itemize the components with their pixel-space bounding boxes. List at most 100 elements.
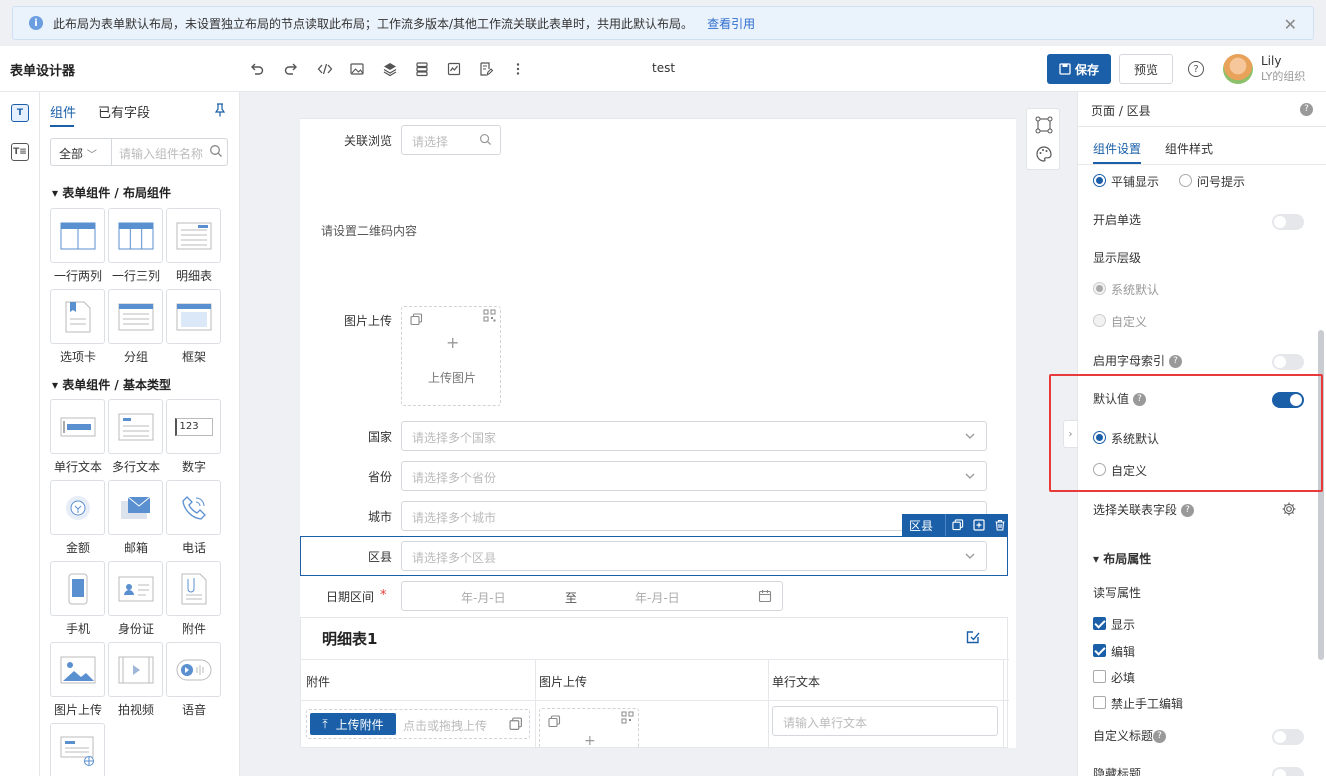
help-icon[interactable]: ? bbox=[1188, 61, 1204, 77]
voice-icon bbox=[176, 659, 212, 681]
component-card-mobile[interactable] bbox=[50, 561, 105, 616]
view-references-link[interactable]: 查看引用 bbox=[707, 15, 755, 32]
table-text-input[interactable]: 请输入单行文本 bbox=[772, 706, 998, 736]
chart-icon[interactable] bbox=[444, 59, 464, 79]
help-icon[interactable]: ? bbox=[1153, 730, 1167, 743]
upload-attachment-button[interactable]: ⤒ 上传附件 bbox=[310, 713, 396, 735]
radio-tile-display[interactable] bbox=[1093, 174, 1106, 187]
hide-title-label: 隐藏标题 bbox=[1093, 767, 1142, 776]
checkbox-no-manual-edit[interactable] bbox=[1093, 696, 1106, 709]
component-card-detail-table[interactable] bbox=[166, 208, 221, 263]
help-icon[interactable]: ? bbox=[1300, 103, 1313, 116]
section-layout-components: ▾ 表单组件 / 布局组件 bbox=[52, 186, 171, 200]
search-icon[interactable] bbox=[209, 144, 223, 158]
checkbox-edit[interactable] bbox=[1093, 644, 1106, 657]
gear-icon[interactable] bbox=[1281, 501, 1297, 517]
attachment-upload-area[interactable]: ⤒ 上传附件 点击或拖拽上传 bbox=[306, 709, 530, 739]
code-icon[interactable] bbox=[315, 59, 335, 79]
edit-check-icon[interactable] bbox=[965, 629, 981, 645]
delete-field-icon[interactable] bbox=[994, 519, 1006, 531]
notice-bar: i 此布局为表单默认布局，未设置独立布局的节点读取此布局；工作流多版本/其他工作… bbox=[12, 6, 1314, 40]
date-range-label: 日期区间 bbox=[325, 590, 374, 604]
checkbox-show[interactable] bbox=[1093, 617, 1106, 630]
palette-icon[interactable] bbox=[1035, 145, 1053, 163]
image-upload-area[interactable]: + 上传图片 bbox=[401, 306, 501, 406]
component-card-single-text[interactable] bbox=[50, 399, 105, 454]
radio-question-hint[interactable] bbox=[1179, 174, 1192, 187]
filter-divider bbox=[111, 139, 112, 165]
redo-icon[interactable] bbox=[281, 59, 301, 79]
tab-component-settings[interactable]: 组件设置 bbox=[1093, 140, 1141, 157]
hide-title-toggle[interactable] bbox=[1272, 767, 1304, 776]
detail-table-title: 明细表1 bbox=[322, 630, 378, 648]
database-icon[interactable] bbox=[412, 59, 432, 79]
pin-icon[interactable] bbox=[214, 103, 226, 117]
mobile-icon bbox=[68, 573, 88, 605]
component-card-multi-text[interactable] bbox=[108, 399, 163, 454]
col-header-attachment: 附件 bbox=[306, 675, 331, 689]
custom-title-toggle[interactable] bbox=[1272, 729, 1304, 745]
province-select[interactable]: 请选择多个省份 bbox=[401, 461, 987, 491]
frame-icon bbox=[176, 303, 212, 331]
component-card-tab[interactable] bbox=[50, 289, 105, 344]
city-select[interactable]: 请选择多个城市 bbox=[401, 501, 987, 531]
custom-title-label: 自定义标题? bbox=[1093, 727, 1167, 744]
form-edit-icon[interactable] bbox=[476, 59, 496, 79]
image-icon[interactable] bbox=[347, 59, 367, 79]
two-col-icon bbox=[60, 222, 96, 250]
date-range-input[interactable]: 年-月-日 至 年-月-日 bbox=[401, 581, 783, 611]
component-card-phone[interactable] bbox=[166, 480, 221, 535]
search-icon bbox=[479, 133, 492, 146]
component-card-image-upload[interactable] bbox=[50, 642, 105, 697]
component-panel: 组件 已有字段 全部 ﹀ 请输入组件名称 ▾ 表单组件 / 布局组件 ▾ 表单组… bbox=[40, 92, 240, 776]
close-icon[interactable]: ✕ bbox=[1284, 15, 1297, 34]
avatar[interactable] bbox=[1223, 54, 1253, 84]
component-card-label: 电话 bbox=[181, 541, 206, 555]
component-card-mail[interactable] bbox=[108, 480, 163, 535]
layout-props-heading[interactable]: ▾ 布局属性 bbox=[1093, 550, 1151, 567]
component-card-frame[interactable] bbox=[166, 289, 221, 344]
component-card-video[interactable] bbox=[108, 642, 163, 697]
save-button[interactable]: 保存 bbox=[1047, 54, 1111, 84]
component-card-group[interactable] bbox=[108, 289, 163, 344]
radio-level-default[interactable] bbox=[1093, 282, 1106, 295]
component-card-money[interactable] bbox=[50, 480, 105, 535]
alpha-index-toggle[interactable] bbox=[1272, 354, 1304, 370]
table-image-upload[interactable]: + bbox=[539, 708, 639, 749]
component-card-attachment[interactable] bbox=[166, 561, 221, 616]
component-card-number[interactable]: 123 bbox=[166, 399, 221, 454]
tab-components[interactable]: 组件 bbox=[50, 102, 76, 121]
help-icon[interactable]: ? bbox=[1181, 504, 1195, 517]
radio-level-custom[interactable] bbox=[1093, 314, 1106, 327]
assoc-browse-input[interactable]: 请选择 bbox=[401, 125, 501, 155]
tab-existing-fields[interactable]: 已有字段 bbox=[98, 102, 150, 121]
single-select-toggle[interactable] bbox=[1272, 214, 1304, 230]
component-card-three-col[interactable] bbox=[108, 208, 163, 263]
more-icon[interactable] bbox=[508, 59, 528, 79]
undo-icon[interactable] bbox=[247, 59, 267, 79]
component-card-voice[interactable] bbox=[166, 642, 221, 697]
col-header-image: 图片上传 bbox=[539, 675, 588, 689]
question-hint-label: 问号提示 bbox=[1197, 175, 1246, 189]
form-canvas: 关联浏览 请选择 请设置二维码内容 图片上传 + 上传图片 国家 请选择多个国家… bbox=[300, 118, 1016, 749]
add-field-icon[interactable] bbox=[973, 519, 985, 531]
preview-button[interactable]: 预览 bbox=[1119, 54, 1173, 84]
components-rail-icon[interactable]: T bbox=[11, 104, 29, 122]
copy-field-icon[interactable] bbox=[952, 519, 964, 531]
component-card-web-field[interactable] bbox=[50, 723, 105, 776]
tab-component-style[interactable]: 组件样式 bbox=[1165, 140, 1213, 157]
save-label: 保存 bbox=[1074, 62, 1099, 77]
component-card-two-col[interactable] bbox=[50, 208, 105, 263]
category-select[interactable]: 全部 ﹀ bbox=[59, 145, 97, 162]
component-card-id-card[interactable] bbox=[108, 561, 163, 616]
help-icon[interactable]: ? bbox=[1169, 355, 1183, 368]
detail-table-icon bbox=[176, 222, 212, 250]
component-search-input[interactable]: 请输入组件名称 bbox=[119, 145, 203, 162]
checkbox-required[interactable] bbox=[1093, 670, 1106, 683]
layers-icon[interactable] bbox=[380, 59, 400, 79]
node-select-icon[interactable] bbox=[1035, 116, 1053, 134]
col-divider bbox=[768, 659, 769, 749]
fields-rail-icon[interactable]: T≡ bbox=[11, 143, 29, 161]
chevron-down-icon bbox=[964, 430, 976, 442]
country-select[interactable]: 请选择多个国家 bbox=[401, 421, 987, 451]
